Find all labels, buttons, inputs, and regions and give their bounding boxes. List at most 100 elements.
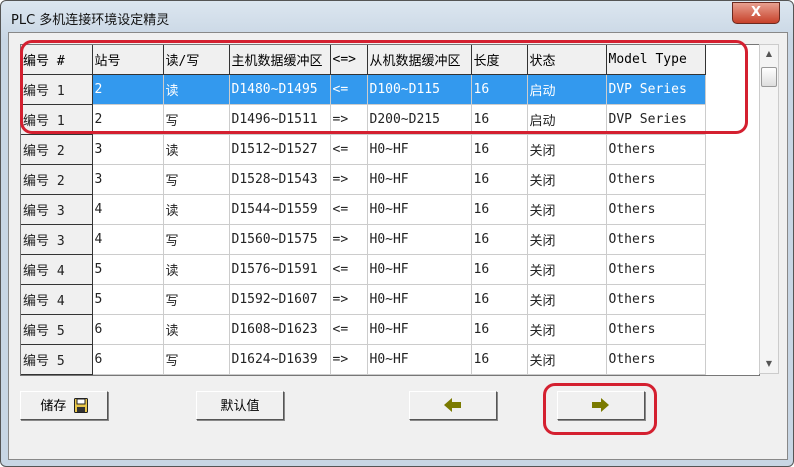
table-cell[interactable]: <= [330, 194, 368, 225]
next-button[interactable] [557, 391, 645, 420]
table-cell[interactable]: H0~HF [367, 284, 472, 315]
table-cell[interactable]: <= [330, 74, 368, 105]
table-cell[interactable]: 6 [92, 344, 164, 375]
table-cell[interactable]: 关闭 [527, 344, 607, 375]
table-cell[interactable]: 读 [163, 134, 230, 165]
table-cell[interactable]: Others [606, 344, 706, 375]
row-header[interactable]: 编号 5 [21, 344, 93, 375]
table-cell[interactable]: => [330, 164, 368, 195]
table-cell[interactable]: 关闭 [527, 284, 607, 315]
table-cell[interactable]: Others [606, 224, 706, 255]
table-cell[interactable]: H0~HF [367, 254, 472, 285]
table-cell[interactable]: H0~HF [367, 194, 472, 225]
table-row[interactable]: 编号 5 6 读 D1608~D1623 <= H0~HF 16 关闭 Others [21, 314, 706, 345]
table-cell[interactable]: 16 [471, 314, 528, 345]
table-cell[interactable]: 16 [471, 74, 528, 105]
table-cell[interactable]: D1608~D1623 [229, 314, 331, 345]
column-header[interactable]: 从机数据缓冲区 [367, 45, 472, 75]
table-cell[interactable]: 16 [471, 134, 528, 165]
table-cell[interactable]: D1560~D1575 [229, 224, 331, 255]
save-button[interactable]: 储存 [20, 391, 108, 420]
table-cell[interactable]: D1624~D1639 [229, 344, 331, 375]
vertical-scrollbar[interactable]: ▲ ▼ [759, 44, 779, 374]
table-row[interactable]: 编号 3 4 读 D1544~D1559 <= H0~HF 16 关闭 Others [21, 194, 706, 225]
table-cell[interactable]: 启动 [527, 74, 607, 105]
table-cell[interactable]: D200~D215 [367, 104, 472, 135]
table-cell[interactable]: 写 [163, 284, 230, 315]
row-header[interactable]: 编号 1 [21, 104, 93, 135]
table-row[interactable]: 编号 4 5 读 D1576~D1591 <= H0~HF 16 关闭 Others [21, 254, 706, 285]
table-cell[interactable]: 16 [471, 194, 528, 225]
table-cell[interactable]: 写 [163, 344, 230, 375]
table-cell[interactable]: D1592~D1607 [229, 284, 331, 315]
table-cell[interactable]: 3 [92, 134, 164, 165]
table-cell[interactable]: DVP Series [606, 104, 706, 135]
table-cell[interactable]: Others [606, 194, 706, 225]
table-cell[interactable]: 5 [92, 254, 164, 285]
column-header[interactable]: 读/写 [163, 45, 230, 75]
table-cell[interactable]: 读 [163, 74, 230, 105]
scroll-up-arrow-icon[interactable]: ▲ [760, 45, 778, 63]
column-header[interactable]: 站号 [92, 45, 164, 75]
table-row[interactable]: 编号 5 6 写 D1624~D1639 => H0~HF 16 关闭 Others [21, 344, 706, 375]
table-cell[interactable]: Others [606, 284, 706, 315]
table-cell[interactable]: 2 [92, 74, 164, 105]
table-cell[interactable]: 16 [471, 254, 528, 285]
table-cell[interactable]: => [330, 104, 368, 135]
table-cell[interactable]: 关闭 [527, 134, 607, 165]
column-header[interactable]: Model Type [606, 45, 706, 75]
row-header[interactable]: 编号 4 [21, 254, 93, 285]
table-cell[interactable]: 16 [471, 224, 528, 255]
table-cell[interactable]: => [330, 284, 368, 315]
table-cell[interactable]: H0~HF [367, 314, 472, 345]
table-cell[interactable]: 读 [163, 194, 230, 225]
table-cell[interactable]: 2 [92, 104, 164, 135]
table-cell[interactable]: 写 [163, 104, 230, 135]
row-header[interactable]: 编号 3 [21, 194, 93, 225]
table-cell[interactable]: 关闭 [527, 194, 607, 225]
table-cell[interactable]: 关闭 [527, 224, 607, 255]
table-cell[interactable]: H0~HF [367, 164, 472, 195]
table-cell[interactable]: Others [606, 164, 706, 195]
table-cell[interactable]: => [330, 344, 368, 375]
table-row[interactable]: 编号 2 3 读 D1512~D1527 <= H0~HF 16 关闭 Others [21, 134, 706, 165]
table-cell[interactable]: H0~HF [367, 134, 472, 165]
table-cell[interactable]: D1512~D1527 [229, 134, 331, 165]
close-button[interactable]: X [732, 2, 780, 24]
table-cell[interactable]: 6 [92, 314, 164, 345]
table-cell[interactable]: 关闭 [527, 314, 607, 345]
table-row[interactable]: 编号 4 5 写 D1592~D1607 => H0~HF 16 关闭 Others [21, 284, 706, 315]
table-cell[interactable]: 关闭 [527, 254, 607, 285]
column-header[interactable]: 长度 [471, 45, 528, 75]
table-cell[interactable]: <= [330, 134, 368, 165]
table-cell[interactable]: 16 [471, 164, 528, 195]
table-cell[interactable]: D1528~D1543 [229, 164, 331, 195]
table-cell[interactable]: D1544~D1559 [229, 194, 331, 225]
row-header[interactable]: 编号 2 [21, 164, 93, 195]
table-row[interactable]: 编号 2 3 写 D1528~D1543 => H0~HF 16 关闭 Others [21, 164, 706, 195]
column-header[interactable]: 编号 # [21, 45, 93, 75]
table-row[interactable]: 编号 1 2 读 D1480~D1495 <= D100~D115 16 启动 DVP Seri… [21, 74, 706, 105]
table-cell[interactable]: D1576~D1591 [229, 254, 331, 285]
table-cell[interactable]: 读 [163, 314, 230, 345]
table-row[interactable]: 编号 1 2 写 D1496~D1511 => D200~D215 16 启动 DVP Seri… [21, 104, 706, 135]
table-cell[interactable]: 读 [163, 254, 230, 285]
table-cell[interactable]: Others [606, 134, 706, 165]
table-cell[interactable]: Others [606, 254, 706, 285]
row-header[interactable]: 编号 5 [21, 314, 93, 345]
column-header[interactable]: 状态 [527, 45, 607, 75]
default-values-button[interactable]: 默认值 [196, 391, 284, 420]
previous-button[interactable] [409, 391, 497, 420]
table-cell[interactable]: 16 [471, 344, 528, 375]
table-cell[interactable]: 写 [163, 164, 230, 195]
table-cell[interactable]: H0~HF [367, 344, 472, 375]
scroll-down-arrow-icon[interactable]: ▼ [760, 355, 778, 373]
table-cell[interactable]: D1480~D1495 [229, 74, 331, 105]
table-cell[interactable]: 3 [92, 164, 164, 195]
table-cell[interactable]: Others [606, 314, 706, 345]
table-cell[interactable]: 关闭 [527, 164, 607, 195]
table-cell[interactable]: H0~HF [367, 224, 472, 255]
table-cell[interactable]: 写 [163, 224, 230, 255]
table-cell[interactable]: D100~D115 [367, 74, 472, 105]
table-row[interactable]: 编号 3 4 写 D1560~D1575 => H0~HF 16 关闭 Others [21, 224, 706, 255]
